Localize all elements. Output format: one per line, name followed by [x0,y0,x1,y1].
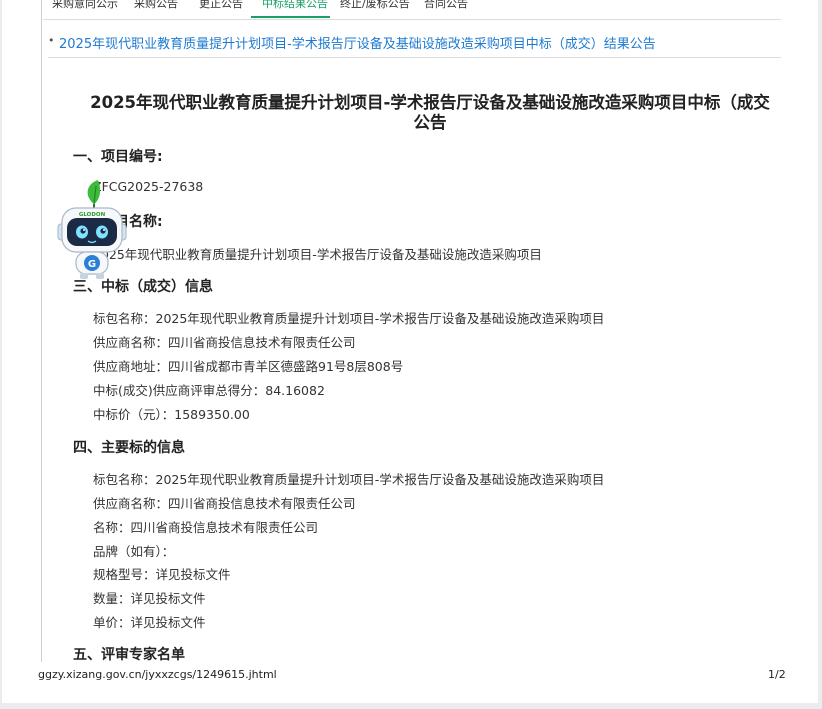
assistant-mascot-icon[interactable]: GLODON G [56,180,130,280]
mascot-brand-text: GLODON [79,212,106,218]
document-title-line1: 2025年现代职业教育质量提升计划项目-学术报告厅设备及基础设施改造采购项目中标… [90,93,770,112]
footer-url: ggzy.xizang.gov.cn/jyxxzcgs/1249615.jhtm… [38,668,277,681]
item-name: 名称：四川省商投信息技术有限责任公司 [93,520,319,535]
item-package-name: 标包名称：2025年现代职业教育质量提升计划项目-学术报告厅设备及基础设施改造采… [93,472,605,487]
result-notice-link[interactable]: 2025年现代职业教育质量提升计划项目-学术报告厅设备及基础设施改造采购项目中标… [59,33,656,52]
document-title-line2: 公告 [413,113,447,132]
bullet-icon: • [48,34,55,47]
project-name: 2025年现代职业教育质量提升计划项目-学术报告厅设备及基础设施改造采购项目 [93,247,542,262]
document-title: 2025年现代职业教育质量提升计划项目-学术报告厅设备及基础设施改造采购项目中标… [70,93,790,133]
left-border [41,0,42,662]
notice-tabs: 采购意向公示 采购公告 更正公告 中标结果公告 终止/废标公告 合同公告 [43,0,781,20]
award-package-name: 标包名称：2025年现代职业教育质量提升计划项目-学术报告厅设备及基础设施改造采… [93,311,605,326]
tab-termination[interactable]: 终止/废标公告 [340,0,410,19]
tab-procurement[interactable]: 采购公告 [134,0,178,19]
item-supplier-name: 供应商名称：四川省商投信息技术有限责任公司 [93,496,356,511]
active-tab-indicator [251,16,330,18]
item-unit-price: 单价：详见投标文件 [93,615,206,630]
section1-heading: 一、项目编号: [73,149,163,165]
section5-heading: 五、评审专家名单 [73,647,185,663]
award-price: 中标价（元）：1589350.00 [93,407,250,422]
item-brand: 品牌（如有）： [93,544,175,559]
award-score: 中标(成交)供应商评审总得分：84.16082 [93,383,325,398]
mascot-badge-text: G [88,259,96,270]
item-quantity: 数量：详见投标文件 [93,591,206,606]
item-spec: 规格型号：详见投标文件 [93,567,231,582]
tab-intent[interactable]: 采购意向公示 [52,0,118,19]
tab-correction[interactable]: 更正公告 [199,0,243,19]
award-supplier-name: 供应商名称：四川省商投信息技术有限责任公司 [93,335,356,350]
section4-heading: 四、主要标的信息 [73,440,185,456]
result-list-item: • 2025年现代职业教育质量提升计划项目-学术报告厅设备及基础设施改造采购项目… [48,32,781,58]
page-number: 1/2 [768,668,786,681]
award-supplier-address: 供应商地址：四川省成都市青羊区德盛路91号8层808号 [93,359,404,374]
tab-contract[interactable]: 合同公告 [424,0,468,19]
